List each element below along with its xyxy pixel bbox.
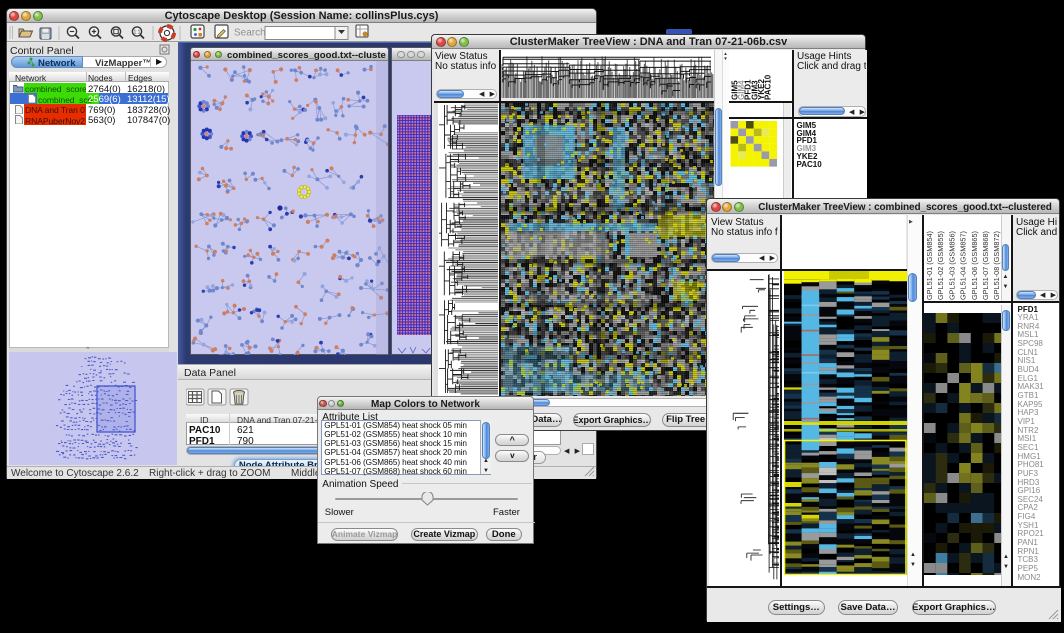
svg-text:GPL51-03 (GSM856): GPL51-03 (GSM856) [947,231,956,300]
svg-text:GPL51-07 (GSM868): GPL51-07 (GSM868) [981,231,990,300]
svg-text:PAC10: PAC10 [763,74,772,100]
svg-text:GPL51-02 (GSM855): GPL51-02 (GSM855) [936,231,945,300]
svg-text:1:1: 1:1 [134,30,141,36]
svg-text:GPL51-06 (GSM865): GPL51-06 (GSM865) [970,231,979,300]
svg-text:GPL51-04 (GSM857): GPL51-04 (GSM857) [958,231,967,300]
svg-text:GPL51-01 (GSM854): GPL51-01 (GSM854) [925,231,934,300]
svg-text:Search:: Search: [234,28,268,39]
